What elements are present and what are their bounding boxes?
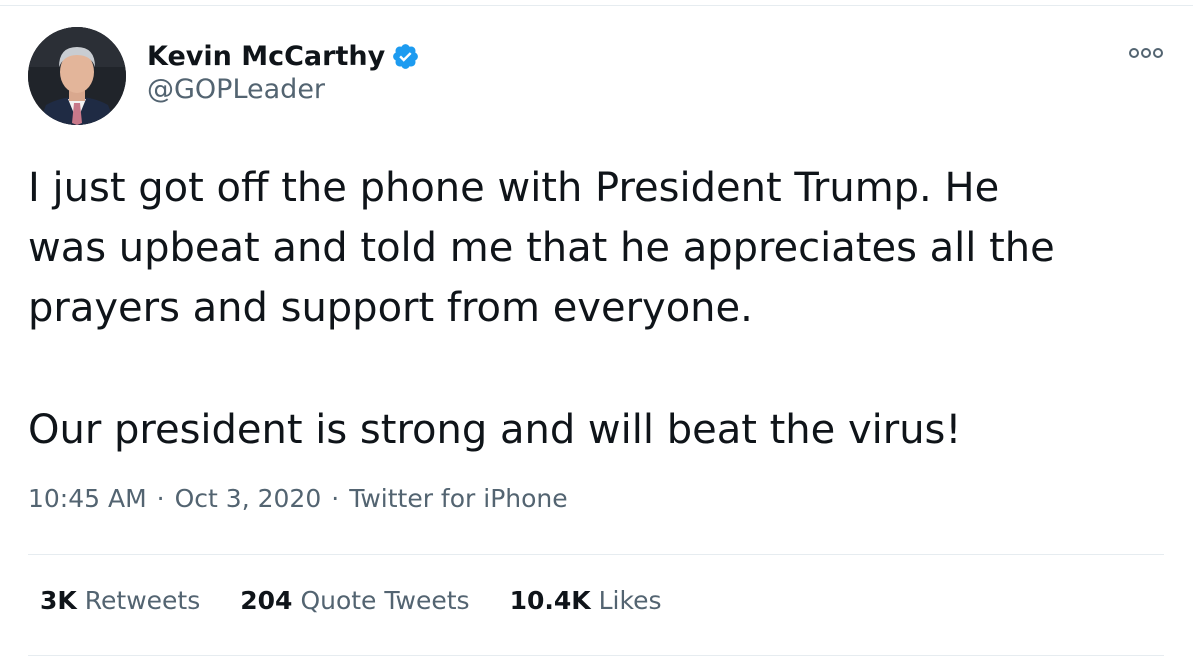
tweet-text-line: Our president is strong and will beat th… bbox=[28, 407, 962, 453]
tweet-card: Kevin McCarthy @GOPLeader I just got off… bbox=[0, 0, 1193, 659]
meta-separator: · bbox=[156, 484, 165, 513]
avatar-photo-icon bbox=[28, 27, 126, 125]
tweet-text: I just got off the phone with President … bbox=[28, 158, 1178, 460]
author-display-name[interactable]: Kevin McCarthy bbox=[147, 41, 385, 72]
stats-top-divider bbox=[28, 554, 1164, 555]
retweets-label: Retweets bbox=[84, 586, 201, 615]
avatar[interactable] bbox=[28, 27, 126, 125]
quote-tweets-stat[interactable]: 204 Quote Tweets bbox=[240, 586, 469, 615]
meta-separator: · bbox=[331, 484, 340, 513]
tweet-text-line: prayers and support from everyone. bbox=[28, 285, 753, 331]
likes-stat[interactable]: 10.4K Likes bbox=[510, 586, 662, 615]
tweet-time[interactable]: 10:45 AM bbox=[28, 484, 147, 513]
tweet-stats: 3K Retweets 204 Quote Tweets 10.4K Likes bbox=[40, 586, 702, 615]
quote-tweets-label: Quote Tweets bbox=[300, 586, 470, 615]
likes-label: Likes bbox=[598, 586, 662, 615]
tweet-meta: 10:45 AM · Oct 3, 2020 · Twitter for iPhone bbox=[28, 484, 568, 513]
tweet-source[interactable]: Twitter for iPhone bbox=[349, 484, 567, 513]
author-name-row: Kevin McCarthy bbox=[147, 36, 420, 76]
author-handle[interactable]: @GOPLeader bbox=[147, 74, 325, 105]
verified-badge-icon bbox=[393, 43, 419, 69]
stats-bottom-divider bbox=[28, 655, 1164, 656]
retweets-count: 3K bbox=[40, 586, 77, 615]
retweets-stat[interactable]: 3K Retweets bbox=[40, 586, 200, 615]
tweet-text-line: I just got off the phone with President … bbox=[28, 165, 1000, 211]
quote-tweets-count: 204 bbox=[240, 586, 293, 615]
more-options-icon[interactable] bbox=[1128, 44, 1164, 62]
likes-count: 10.4K bbox=[509, 586, 591, 615]
tweet-date[interactable]: Oct 3, 2020 bbox=[175, 484, 322, 513]
tweet-text-line: was upbeat and told me that he appreciat… bbox=[28, 225, 1055, 271]
